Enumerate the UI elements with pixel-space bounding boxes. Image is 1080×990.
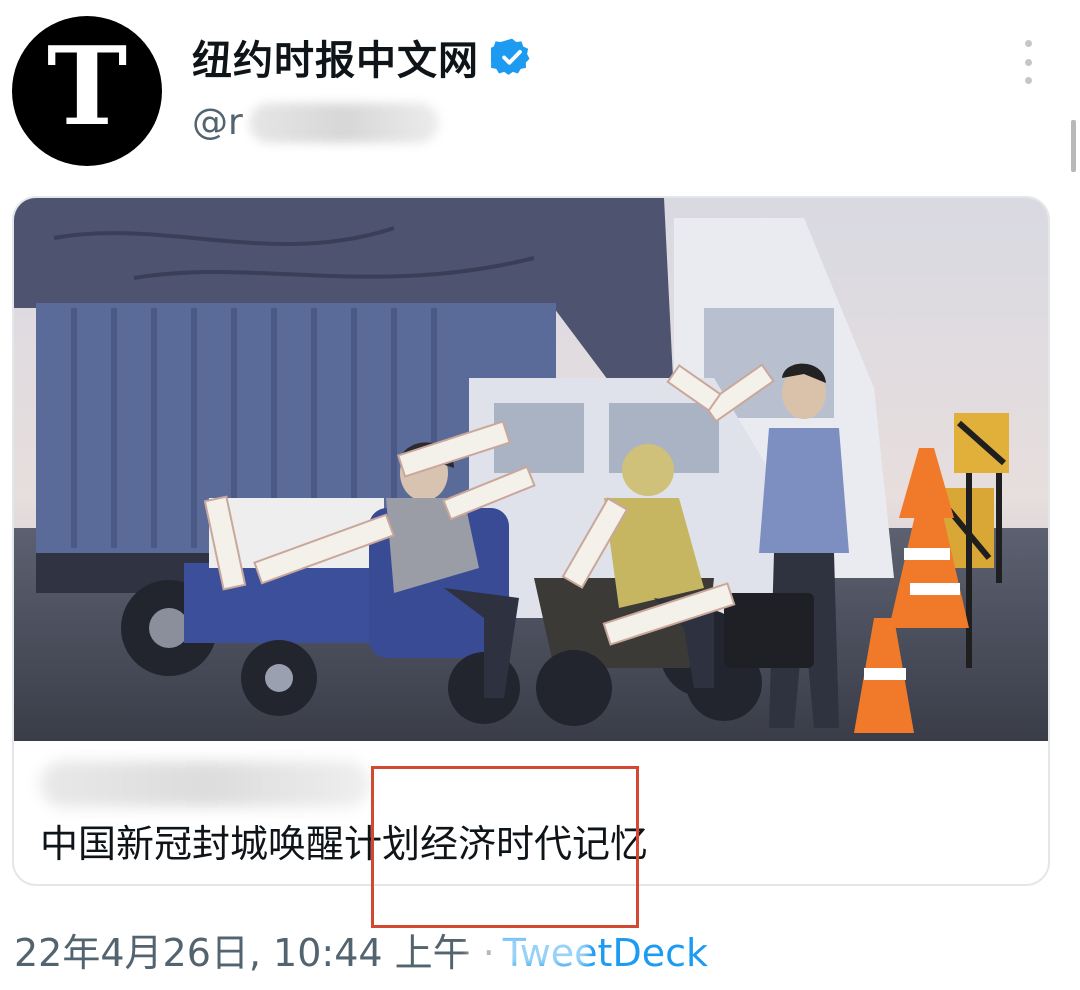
verified-badge-icon bbox=[491, 38, 530, 75]
highlight-annotation-box bbox=[371, 766, 639, 928]
handle-text: @r bbox=[192, 102, 243, 143]
watermark-overlay bbox=[468, 936, 588, 966]
avatar-logo: T bbox=[46, 24, 128, 150]
tweet-timestamp: 22年4月26日, 10:44 上午 · TweetDeck bbox=[14, 922, 708, 977]
author-display-name[interactable]: 纽约时报中文网 bbox=[192, 28, 533, 86]
article-illustration bbox=[14, 198, 1048, 741]
timestamp-text[interactable]: 22年4月26日, 10:44 上午 · bbox=[14, 931, 495, 975]
scrollbar[interactable] bbox=[1071, 120, 1076, 172]
author-handle[interactable]: @r bbox=[192, 102, 439, 143]
more-options-icon[interactable] bbox=[1016, 40, 1040, 84]
display-name-text: 纽约时报中文网 bbox=[192, 38, 479, 84]
handle-redacted-blur bbox=[248, 102, 439, 143]
author-avatar[interactable]: T bbox=[12, 16, 162, 166]
card-source-redacted-blur bbox=[40, 761, 370, 807]
